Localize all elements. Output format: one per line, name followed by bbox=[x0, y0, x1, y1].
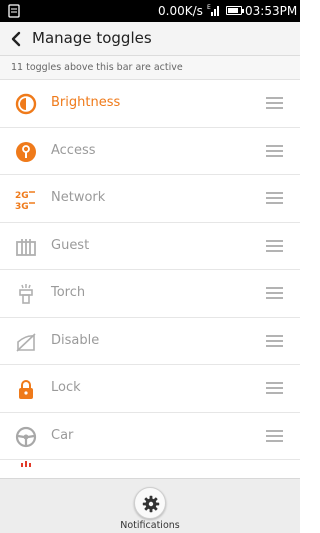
page-title: Manage toggles bbox=[32, 29, 152, 47]
toggle-label: Disable bbox=[51, 332, 100, 348]
drag-handle-icon[interactable] bbox=[266, 239, 283, 252]
toggle-row-lock[interactable]: Lock bbox=[0, 365, 300, 413]
toggle-row-car[interactable]: Car bbox=[0, 412, 300, 460]
chevron-left-icon[interactable] bbox=[8, 30, 24, 48]
toggle-row-partial[interactable] bbox=[0, 460, 300, 478]
toggle-row-access[interactable]: Access bbox=[0, 127, 300, 175]
guest-icon bbox=[16, 238, 36, 256]
drag-handle-icon[interactable] bbox=[266, 144, 283, 157]
notification-icon bbox=[8, 4, 20, 18]
clock: 03:53PM bbox=[245, 4, 298, 18]
torch-icon bbox=[19, 284, 33, 304]
network-speed: 0.00K/s bbox=[158, 4, 203, 18]
svg-text:2G: 2G bbox=[15, 191, 29, 201]
gear-icon bbox=[142, 495, 160, 513]
drag-handle-icon[interactable] bbox=[266, 429, 283, 442]
drag-handle-icon[interactable] bbox=[266, 287, 283, 299]
signal-icon: E bbox=[207, 4, 219, 16]
brightness-icon bbox=[15, 93, 37, 115]
drag-handle-icon[interactable] bbox=[266, 192, 283, 204]
bottom-bar: Notifications bbox=[0, 478, 300, 533]
toggle-row-brightness[interactable]: Brightness bbox=[0, 80, 300, 128]
toggle-row-network[interactable]: 2G 3G Network bbox=[0, 175, 300, 223]
toggle-label: Access bbox=[51, 142, 96, 158]
notifications-label: Notifications bbox=[120, 520, 180, 531]
info-text: 11 toggles above this bar are active bbox=[11, 62, 183, 73]
toggle-label: Network bbox=[51, 190, 106, 205]
header: Manage toggles bbox=[0, 22, 300, 56]
svg-text:3G: 3G bbox=[15, 202, 29, 210]
toggle-label: Guest bbox=[51, 237, 90, 253]
network-icon: 2G 3G bbox=[15, 191, 35, 210]
toggle-row-torch[interactable]: Torch bbox=[0, 270, 300, 318]
svg-text:E: E bbox=[207, 4, 211, 11]
toggle-label: Lock bbox=[51, 380, 81, 395]
toggle-row-disable[interactable]: Disable bbox=[0, 317, 300, 365]
status-bar: 0.00K/s E 03:53PM bbox=[0, 0, 300, 22]
access-icon bbox=[16, 141, 36, 162]
notifications-button[interactable] bbox=[134, 487, 166, 519]
active-toggles-info: 11 toggles above this bar are active bbox=[0, 56, 300, 80]
car-icon bbox=[15, 426, 37, 447]
battery-icon bbox=[226, 6, 244, 15]
toggle-label: Car bbox=[51, 427, 74, 443]
drag-handle-icon[interactable] bbox=[266, 334, 283, 347]
drag-handle-icon[interactable] bbox=[266, 97, 283, 109]
partial-toggle-icon bbox=[21, 461, 31, 467]
toggle-list: Brightness Access 2G 3G Network Guest To… bbox=[0, 80, 300, 478]
drag-handle-icon[interactable] bbox=[266, 382, 283, 394]
toggle-row-guest[interactable]: Guest bbox=[0, 222, 300, 270]
lock-icon bbox=[19, 380, 33, 399]
toggle-label: Torch bbox=[51, 285, 86, 300]
toggle-label: Brightness bbox=[51, 95, 121, 110]
disable-icon bbox=[16, 332, 36, 352]
